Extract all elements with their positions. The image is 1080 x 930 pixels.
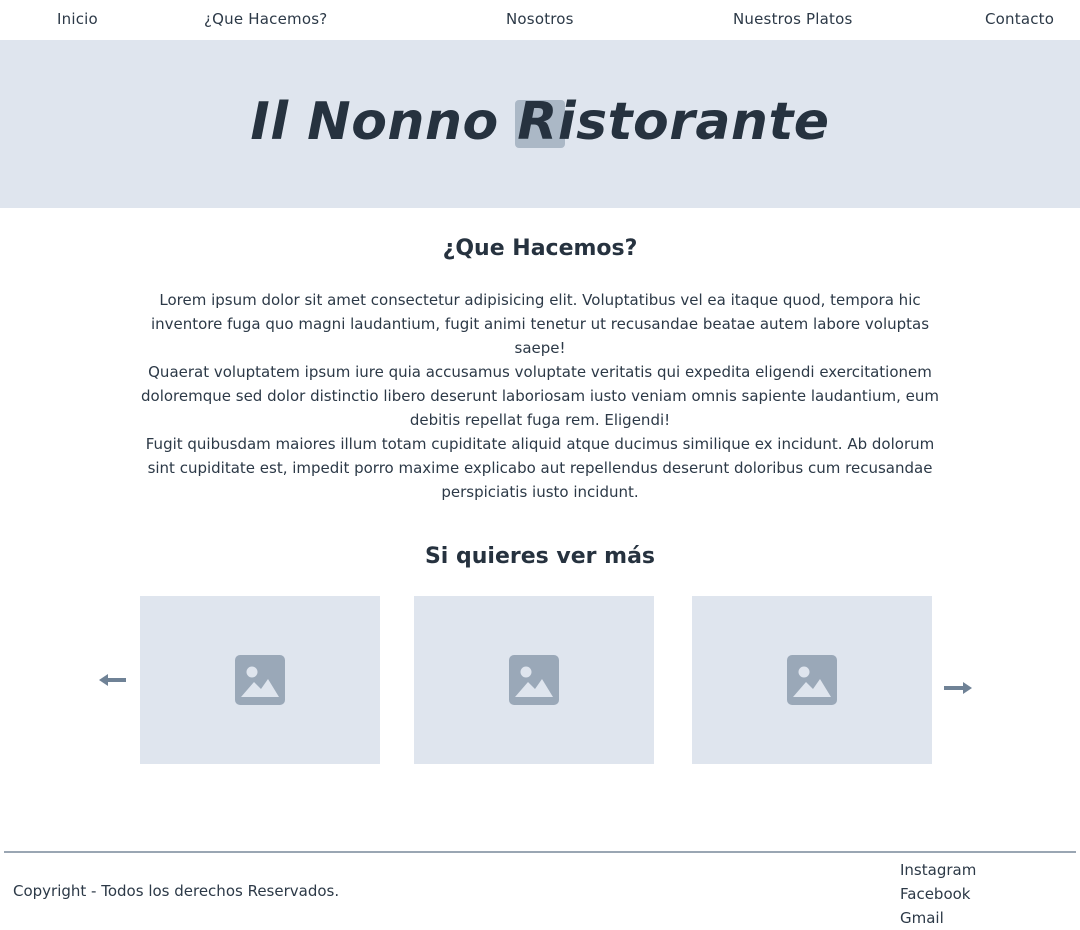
gmail-link[interactable]: Gmail xyxy=(900,906,976,930)
gallery-card[interactable] xyxy=(414,596,654,764)
about-heading: ¿Que Hacemos? xyxy=(442,236,638,261)
image-placeholder-icon xyxy=(235,655,285,705)
image-placeholder-icon xyxy=(787,655,837,705)
site-title: Il Nonno Ristorante xyxy=(250,92,830,152)
about-paragraph: Quaerat voluptatem ipsum iure quia accus… xyxy=(141,363,939,429)
facebook-link[interactable]: Facebook xyxy=(900,882,976,906)
footer-divider xyxy=(4,851,1076,853)
nav-link-contacto[interactable]: Contacto xyxy=(985,10,1054,28)
gallery-heading: Si quieres ver más xyxy=(424,544,656,569)
nav-link-que-hacemos[interactable]: ¿Que Hacemos? xyxy=(204,10,327,28)
gallery-card[interactable] xyxy=(140,596,380,764)
copyright-text: Copyright - Todos los derechos Reservado… xyxy=(13,882,340,900)
about-paragraph: Fugit quibusdam maiores illum totam cupi… xyxy=(145,435,935,501)
arrow-right-icon[interactable] xyxy=(942,678,974,698)
gallery-card[interactable] xyxy=(692,596,932,764)
hero-banner: Il Nonno Ristorante xyxy=(0,40,1080,208)
nav-link-nuestros-platos[interactable]: Nuestros Platos xyxy=(733,10,853,28)
about-paragraph: Lorem ipsum dolor sit amet consectetur a… xyxy=(150,291,930,357)
nav-link-nosotros[interactable]: Nosotros xyxy=(506,10,574,28)
nav-link-inicio[interactable]: Inicio xyxy=(57,10,98,28)
image-placeholder-icon xyxy=(509,655,559,705)
arrow-left-icon[interactable] xyxy=(97,670,129,690)
instagram-link[interactable]: Instagram xyxy=(900,858,976,882)
top-nav: Inicio ¿Que Hacemos? Nosotros Nuestros P… xyxy=(0,0,1080,40)
about-text: Lorem ipsum dolor sit amet consectetur a… xyxy=(130,288,950,504)
social-links: Instagram Facebook Gmail xyxy=(900,858,976,930)
